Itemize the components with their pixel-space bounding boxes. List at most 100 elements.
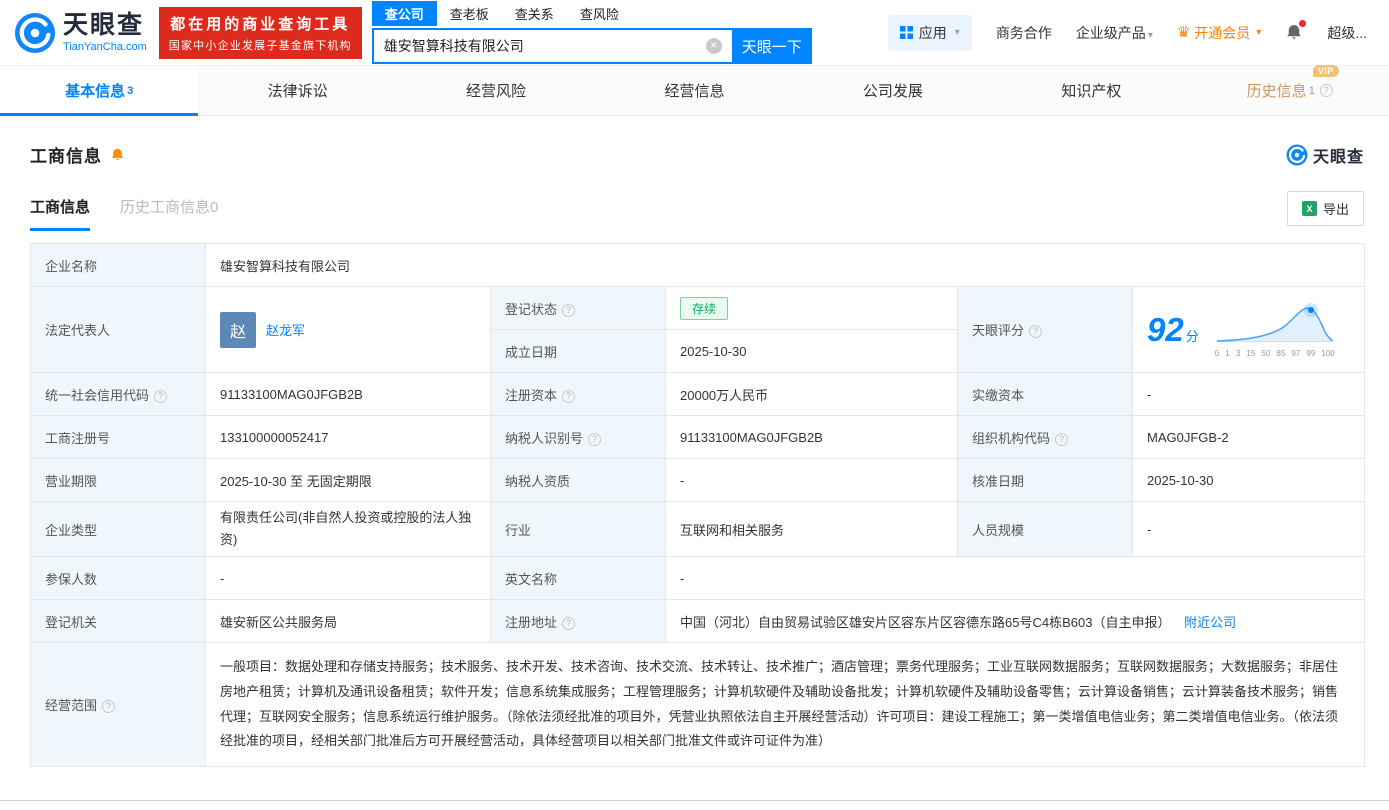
chevron-down-icon: ▾ [1147, 29, 1153, 41]
reg-status-label: 登记状态? [490, 286, 666, 330]
tab-operation-risk-label: 经营风险 [466, 83, 527, 100]
header-right: 应用 ▾ 商务合作 企业级产品 ▾ ♛ 开通会员 ▾ 超级... [887, 14, 1367, 51]
export-button[interactable]: X 导出 [1286, 191, 1364, 226]
tab-company-development-label: 公司发展 [862, 83, 923, 100]
taxpayer-quali-value: - [665, 458, 958, 502]
notification-red-dot [1299, 20, 1307, 27]
main-nav: 基本信息 3 法律诉讼 经营风险 经营信息 公司发展 知识产权 VIP 历史信息 … [0, 65, 1389, 116]
help-icon[interactable]: ? [562, 303, 576, 317]
paid-capital-value: - [1131, 372, 1366, 416]
section-header: 工商信息 天眼查 [30, 142, 1364, 167]
enterprise-product-link[interactable]: 企业级产品 ▾ [1076, 23, 1153, 43]
search-button[interactable]: 天眼一下 [731, 28, 812, 64]
approve-date-value: 2025-10-30 [1131, 458, 1366, 502]
en-name-value: - [664, 556, 1366, 601]
tab-history-count: 1 [1308, 84, 1315, 97]
company-name-label: 企业名称 [30, 243, 206, 287]
term-label: 营业期限 [30, 458, 206, 502]
help-icon[interactable]: ? [1029, 325, 1043, 338]
promo-banner-line1: 都在用的商业查询工具 [170, 15, 351, 33]
help-icon[interactable]: ? [562, 389, 576, 403]
tab-history-info[interactable]: VIP 历史信息 1 ? [1191, 65, 1389, 115]
help-icon[interactable]: ? [562, 616, 576, 630]
user-account-link[interactable]: 超级... [1327, 23, 1367, 43]
apps-grid-icon [899, 26, 913, 39]
reg-capital-label: 注册资本? [490, 372, 666, 416]
search-area: 查公司 查老板 查关系 查风险 × 天眼一下 [371, 1, 812, 64]
subtab-history-business-info[interactable]: 历史工商信息0 [120, 196, 218, 231]
tianyancha-watermark: 天眼查 [1286, 143, 1364, 167]
insured-label: 参保人数 [30, 556, 206, 601]
search-tab-boss[interactable]: 查老板 [437, 1, 502, 26]
score-distribution-chart: 0 1 3 15 50 85 97 99 100 [1215, 301, 1337, 358]
reg-no-label: 工商注册号 [30, 415, 206, 459]
insured-value: - [205, 556, 491, 601]
score-value[interactable]: 92 分 [1147, 311, 1199, 349]
reg-no-value: 133100000052417 [205, 415, 491, 459]
chevron-down-icon: ▾ [1256, 27, 1262, 38]
subtab-business-info[interactable]: 工商信息 [30, 196, 91, 231]
search-tab-risk[interactable]: 查风险 [567, 1, 632, 26]
table-row: 工商注册号 133100000052417 纳税人识别号? 91133100MA… [30, 415, 1366, 459]
open-vip-link[interactable]: ♛ 开通会员 ▾ [1177, 23, 1261, 43]
tianyancha-logo-icon [14, 12, 56, 53]
tab-basic-info[interactable]: 基本信息 3 [0, 66, 199, 116]
search-tab-relation[interactable]: 查关系 [502, 1, 567, 26]
score-label: 天眼评分? [957, 286, 1133, 373]
tab-company-development[interactable]: 公司发展 [794, 66, 992, 115]
monitor-bell-icon[interactable] [110, 147, 125, 163]
search-tabs: 查公司 查老板 查关系 查风险 [371, 1, 812, 26]
export-label: 导出 [1322, 202, 1349, 217]
table-row: 法定代表人 赵 赵龙军 登记状态? 存续 天眼评分? 92 分 0 1 3 15… [30, 286, 1366, 373]
authority-value: 雄安新区公共服务局 [205, 599, 491, 644]
enterprise-product-label: 企业级产品 [1075, 24, 1146, 41]
tab-legal-litigation[interactable]: 法律诉讼 [198, 66, 396, 115]
tianyancha-watermark-icon [1286, 144, 1308, 165]
table-row: 企业名称 雄安智算科技有限公司 [30, 243, 1366, 287]
taxpayer-no-value: 91133100MAG0JFGB2B [665, 415, 958, 459]
legal-rep-link[interactable]: 赵龙军 [266, 320, 305, 339]
apps-label: 应用 [918, 24, 947, 41]
help-icon[interactable]: ? [588, 432, 602, 446]
address-cell: 中国（河北）自由贸易试验区雄安片区容东片区容德东路65号C4栋B603（自主申报… [664, 599, 1366, 644]
org-code-label: 组织机构代码? [957, 415, 1133, 459]
business-scope-label: 经营范围? [30, 642, 206, 767]
table-row: 参保人数 - 英文名称 - [30, 556, 1366, 601]
address-label: 注册地址? [490, 599, 666, 644]
help-icon[interactable]: ? [102, 700, 116, 714]
tab-intellectual-property[interactable]: 知识产权 [992, 66, 1190, 115]
tab-operation-risk[interactable]: 经营风险 [397, 66, 595, 115]
legal-rep-avatar[interactable]: 赵 [220, 311, 256, 348]
tianyancha-logo[interactable]: 天眼查 TianYanCha.com [14, 12, 147, 54]
tab-operation-info-label: 经营信息 [664, 83, 725, 100]
company-name-value: 雄安智算科技有限公司 [204, 243, 1366, 287]
score-axis: 0 1 3 15 50 85 97 99 100 [1214, 349, 1335, 358]
crown-icon: ♛ [1176, 24, 1191, 41]
reg-capital-value: 20000万人民币 [665, 372, 958, 416]
clear-search-icon[interactable]: × [705, 38, 722, 54]
subtab-row: 工商信息 历史工商信息0 X 导出 [30, 191, 1364, 231]
help-icon[interactable]: ? [1319, 84, 1333, 97]
watermark-label: 天眼查 [1312, 148, 1364, 166]
section-title: 工商信息 [30, 147, 102, 166]
logo-text: 天眼查 TianYanCha.com [63, 12, 147, 53]
excel-icon: X [1301, 201, 1317, 216]
tab-basic-info-count: 3 [127, 84, 134, 97]
taxpayer-quali-label: 纳税人资质 [490, 458, 666, 502]
promo-banner: 都在用的商业查询工具 国家中小企业发展子基金旗下机构 [158, 6, 362, 59]
tab-history-label: 历史信息 [1246, 83, 1307, 100]
table-row: 登记机关 雄安新区公共服务局 注册地址? 中国（河北）自由贸易试验区雄安片区容东… [30, 599, 1366, 644]
help-icon[interactable]: ? [154, 389, 168, 403]
tab-operation-info[interactable]: 经营信息 [595, 66, 793, 115]
tab-legal-litigation-label: 法律诉讼 [267, 83, 328, 100]
apps-menu[interactable]: 应用 ▾ [887, 14, 972, 51]
table-row: 企业类型 有限责任公司(非自然人投资或控股的法人独资) 行业 互联网和相关服务 … [30, 500, 1366, 558]
tab-history-inner: VIP 历史信息 1 ? [1246, 65, 1339, 101]
table-row: 经营范围? 一般项目：数据处理和存储支持服务；技术服务、技术开发、技术咨询、技术… [30, 642, 1366, 767]
biz-cooperation-link[interactable]: 商务合作 [996, 23, 1052, 43]
search-input[interactable] [373, 38, 706, 54]
help-icon[interactable]: ? [1055, 432, 1069, 446]
notification-bell[interactable] [1285, 20, 1307, 42]
nearby-companies-link[interactable]: 附近公司 [1184, 615, 1236, 630]
search-tab-company[interactable]: 查公司 [371, 1, 437, 26]
